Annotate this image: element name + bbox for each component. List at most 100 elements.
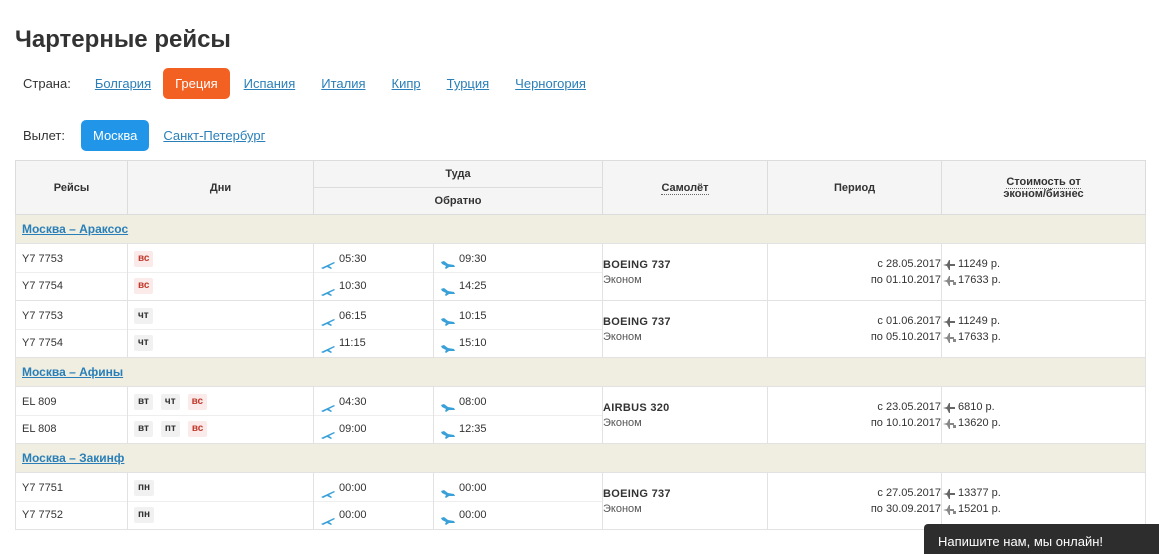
- header-times: Туда Обратно: [312, 160, 604, 215]
- plane-takeoff-icon: [320, 281, 336, 296]
- time-entry: 08:00: [434, 389, 602, 415]
- chat-widget[interactable]: Напишите нам, мы онлайн!: [924, 524, 1159, 554]
- page-title: Чартерные рейсы: [15, 26, 231, 53]
- days-line: пн: [128, 500, 313, 528]
- price-business: 17633 р.: [942, 329, 1145, 345]
- price-cell: 13377 р. 15201 р.: [941, 472, 1147, 530]
- flight-number: EL 809: [22, 395, 57, 408]
- time-entry: 00:00: [434, 475, 602, 501]
- service-class: Эконом: [603, 273, 642, 286]
- price-economy: 6810 р.: [942, 399, 1145, 415]
- days-list: вт чт вс вт пт вс: [128, 389, 313, 442]
- day-badge: чт: [134, 334, 153, 351]
- plane-takeoff-icon: [320, 510, 336, 525]
- back-times: 00:00 00:00: [434, 475, 603, 528]
- there-times-cell: 04:30 09:00: [313, 386, 434, 444]
- route-link[interactable]: Москва – Афины: [22, 365, 123, 379]
- time-value: 08:00: [459, 395, 487, 408]
- time-value: 14:25: [459, 279, 487, 292]
- day-badge: пн: [134, 479, 155, 496]
- route-link[interactable]: Москва – Араксос: [22, 222, 128, 236]
- flight-numbers: EL 809 EL 808: [16, 389, 127, 442]
- time-value: 09:00: [339, 422, 367, 435]
- time-entry: 10:30: [314, 271, 433, 299]
- table-row: Y7 7751 Y7 7752 пн пн 00:00 00:00 00:00 00:00 BO…: [15, 472, 1147, 530]
- days-list: вс вс: [128, 246, 313, 299]
- plane-icon: [942, 316, 956, 327]
- price-business: 13620 р.: [942, 415, 1145, 431]
- day-badge: вс: [134, 277, 154, 294]
- service-class: Эконом: [603, 416, 642, 429]
- route-row: Москва – Закинф: [14, 443, 1147, 473]
- country-option-cyprus[interactable]: Кипр: [392, 76, 421, 91]
- days-cell: вт чт вс вт пт вс: [127, 386, 314, 444]
- day-badge: вс: [187, 420, 208, 437]
- time-entry: 00:00: [434, 500, 603, 528]
- country-option-bulgaria[interactable]: Болгария: [95, 76, 151, 91]
- plane-icon: [942, 259, 956, 270]
- time-value: 00:00: [339, 508, 367, 521]
- flight-numbers: Y7 7753 Y7 7754: [16, 246, 127, 299]
- price-value: 17633 р.: [958, 331, 1001, 343]
- country-filter-label: Страна:: [23, 76, 71, 91]
- flight-number: Y7 7751: [22, 481, 63, 494]
- flight-numbers-cell: EL 809 EL 808: [15, 386, 128, 444]
- time-entry: 00:00: [314, 475, 433, 501]
- price-cell: 6810 р. 13620 р.: [941, 386, 1147, 444]
- header-cost: Стоимость от эконом/бизнес: [941, 160, 1147, 215]
- table-row: Y7 7753 Y7 7754 вс вс 05:30 10:30 09:30 14:25 BO…: [15, 243, 1147, 301]
- departure-option-spb[interactable]: Санкт-Петербург: [163, 128, 265, 143]
- plane-seat-icon: [942, 332, 957, 343]
- time-entry: 15:10: [434, 328, 603, 356]
- days-line: вт пт вс: [128, 414, 313, 442]
- period-start: с 01.06.2017: [877, 315, 942, 327]
- header-there: Туда: [445, 168, 471, 180]
- time-value: 00:00: [459, 508, 487, 521]
- price-cell: 11249 р. 17633 р.: [941, 300, 1147, 358]
- route-link[interactable]: Москва – Закинф: [22, 451, 124, 465]
- service-class: Эконом: [603, 502, 642, 515]
- price-economy: 13377 р.: [942, 485, 1145, 501]
- table-row: EL 809 EL 808 вт чт вс вт пт вс 04:30 09:00 08:00 1…: [15, 386, 1147, 444]
- period-cell: с 27.05.2017 по 30.09.2017: [767, 472, 943, 530]
- flight-numbers-cell: Y7 7753 Y7 7754: [15, 300, 128, 358]
- period-end: по 30.09.2017: [870, 503, 942, 515]
- flight-number: Y7 7754: [16, 328, 127, 356]
- period-end: по 01.10.2017: [870, 274, 942, 286]
- service-class: Эконом: [603, 330, 642, 343]
- header-cost-line2: эконом/бизнес: [1003, 187, 1084, 200]
- country-option-italy[interactable]: Италия: [321, 76, 365, 91]
- price-value: 13377 р.: [958, 487, 1001, 499]
- time-entry: 05:30: [314, 246, 433, 272]
- plane-landing-icon: [440, 338, 456, 353]
- country-option-montenegro[interactable]: Черногория: [515, 76, 586, 91]
- header-flights: Рейсы: [15, 160, 128, 215]
- country-option-greece[interactable]: Греция: [163, 68, 230, 99]
- period-cell: с 28.05.2017 по 01.10.2017: [767, 243, 943, 301]
- there-times: 06:15 11:15: [314, 303, 433, 356]
- table-row: Y7 7753 Y7 7754 чт чт 06:15 11:15 10:15 15:10 BO…: [15, 300, 1147, 358]
- departure-option-moscow[interactable]: Москва: [80, 120, 150, 151]
- aircraft-model: BOEING 737: [603, 315, 671, 328]
- country-option-turkey[interactable]: Турция: [447, 76, 490, 91]
- plane-landing-icon: [440, 311, 456, 326]
- there-times: 00:00 00:00: [314, 475, 433, 528]
- flight-number: Y7 7754: [16, 271, 127, 299]
- plane-seat-icon: [942, 418, 957, 429]
- departure-filter: Вылет: Москва Санкт-Петербург: [23, 120, 291, 151]
- aircraft-model: AIRBUS 320: [603, 401, 670, 414]
- day-badge: пн: [134, 506, 155, 523]
- price-economy: 11249 р.: [942, 256, 1145, 272]
- back-times-cell: 10:15 15:10: [432, 300, 604, 358]
- there-times: 05:30 10:30: [314, 246, 433, 299]
- country-option-spain[interactable]: Испания: [244, 76, 296, 91]
- day-badge: вт: [134, 393, 153, 410]
- days-cell: вс вс: [127, 243, 314, 301]
- time-value: 11:15: [339, 336, 366, 349]
- days-line: чт: [128, 328, 313, 356]
- time-value: 00:00: [339, 481, 367, 494]
- days-line: вт чт вс: [128, 389, 313, 415]
- period-end: по 05.10.2017: [870, 331, 942, 343]
- period-start: с 27.05.2017: [877, 487, 942, 499]
- aircraft-model: BOEING 737: [603, 487, 671, 500]
